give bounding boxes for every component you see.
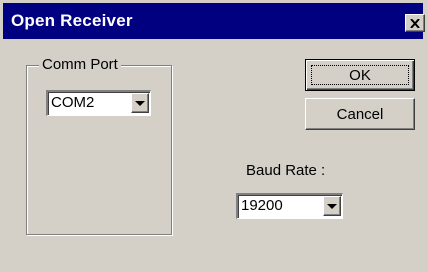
ok-button[interactable]: OK	[305, 59, 415, 91]
open-receiver-dialog: Open Receiver Comm Port COM2 OK Cancel B…	[0, 0, 428, 272]
comm-port-select[interactable]: COM2	[46, 90, 151, 116]
comm-port-group-label: Comm Port	[39, 56, 121, 74]
comm-port-group: Comm Port COM2	[26, 56, 172, 235]
baud-rate-select[interactable]: 19200	[236, 193, 343, 219]
chevron-down-icon	[135, 100, 145, 106]
close-icon	[410, 18, 420, 28]
cancel-button[interactable]: Cancel	[305, 98, 415, 130]
comm-port-value: COM2	[51, 94, 95, 111]
baud-rate-dropdown-button[interactable]	[323, 196, 341, 216]
ok-button-label: OK	[349, 66, 371, 84]
chevron-down-icon	[327, 203, 337, 209]
title-bar[interactable]: Open Receiver	[3, 3, 425, 39]
baud-rate-label: Baud Rate :	[246, 162, 326, 179]
baud-rate-value: 19200	[241, 197, 283, 214]
dialog-title: Open Receiver	[11, 11, 133, 30]
comm-port-dropdown-button[interactable]	[131, 93, 149, 113]
cancel-button-label: Cancel	[336, 105, 384, 123]
close-button[interactable]	[405, 14, 425, 32]
